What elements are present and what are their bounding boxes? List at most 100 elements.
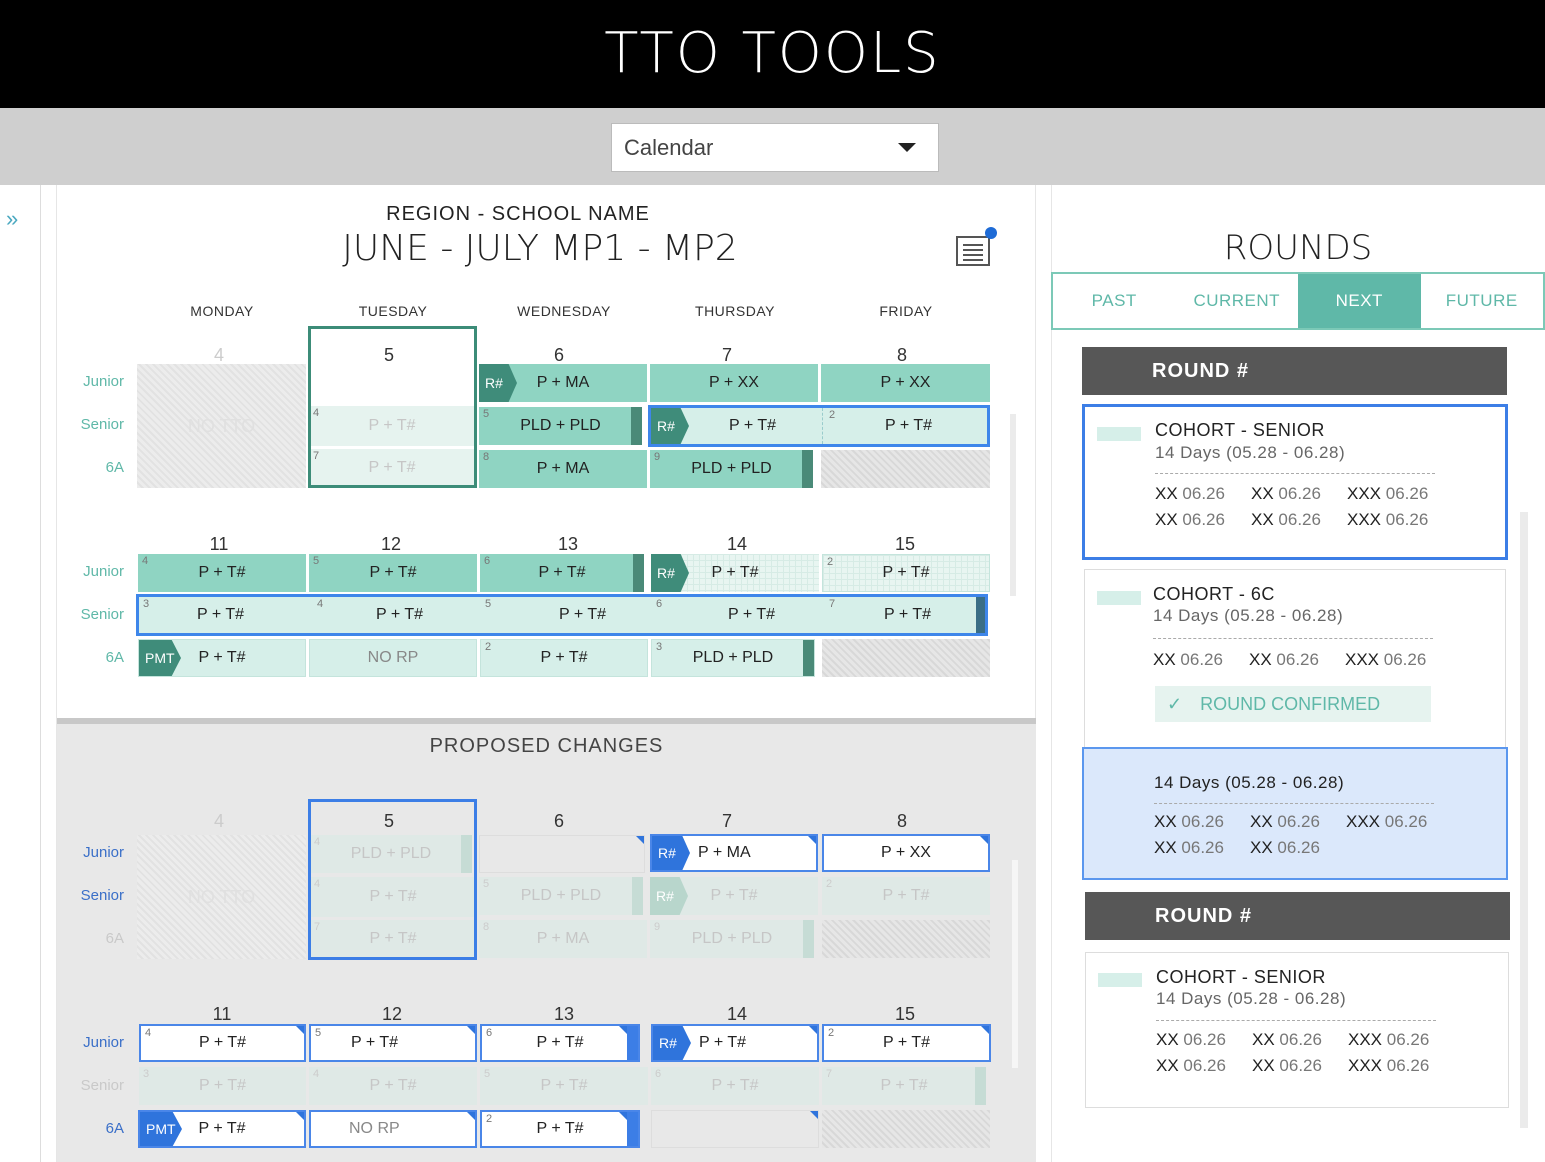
schedule-cell-changed[interactable]: 2 P + T# [480, 1110, 640, 1148]
day-header-tuesday: TUESDAY [358, 303, 428, 319]
day-number: 8 [896, 811, 907, 831]
schedule-cell[interactable]: R# P + T# [650, 877, 818, 915]
schedule-row-selected[interactable]: 3 P + T# 4 P + T# 5 P + T# 6 P + T# 7 P … [136, 594, 988, 636]
row-label-junior: Junior [83, 844, 124, 861]
schedule-cell-changed[interactable]: 6 P + T# [480, 1024, 640, 1062]
schedule-cell-changed[interactable]: PMT P + T# [138, 1110, 306, 1148]
calendar-scrollbar[interactable] [1010, 414, 1016, 596]
notes-icon[interactable] [956, 227, 997, 266]
slot-number: 3 [143, 1068, 150, 1080]
slot-number: 5 [313, 555, 320, 567]
row-label-6a: 6A [105, 930, 124, 947]
view-select[interactable]: Calendar [611, 123, 939, 172]
schedule-cell[interactable]: 8 P + MA [479, 450, 647, 488]
schedule-cell[interactable]: 2 P + T# [480, 639, 648, 677]
schedule-cell[interactable]: R# P + MA [479, 364, 647, 402]
day-number: 13 [557, 534, 579, 554]
cell-label: P + T# [199, 1077, 246, 1094]
schedule-cell[interactable]: 7 P + T# [822, 1067, 986, 1105]
schedule-cell[interactable]: 4 P + T# [138, 554, 306, 592]
rounds-title: ROUNDS [1223, 228, 1373, 268]
row-label-6a: 6A [105, 1120, 124, 1137]
schedule-cell[interactable]: 2 P + T# [822, 554, 990, 592]
cohort-dates: 14 Days (05.28 - 06.28) [1155, 443, 1346, 462]
day-number: 11 [212, 1004, 232, 1024]
tab-current[interactable]: CURRENT [1176, 274, 1299, 328]
schedule-cell[interactable]: 5 P + T# [480, 1067, 648, 1105]
slot-number: 6 [656, 598, 663, 610]
region-school-name: REGION - SCHOOL NAME [386, 203, 650, 225]
schedule-cell[interactable]: PMT P + T# [138, 639, 306, 677]
cell-label: PLD + PLD [520, 417, 601, 434]
day-number: 4 [213, 345, 224, 365]
changed-marker-icon [636, 836, 644, 844]
session-grid: XX 06.26 XX 06.26 XXX 06.26 XX 06.26 XX … [1155, 484, 1429, 529]
pmt-tag: PMT [140, 1112, 182, 1146]
schedule-cell[interactable]: 2 P + T# [822, 877, 990, 915]
schedule-cell-changed[interactable]: 2 P + T# [822, 1024, 991, 1062]
round-dates: 14 Days (05.28 - 06.28) [1154, 773, 1345, 792]
schedule-cell[interactable]: 9 PLD + PLD [650, 450, 813, 488]
slot-number: 4 [313, 1068, 320, 1080]
schedule-cell[interactable]: 6 P + T# [651, 1067, 819, 1105]
rounds-scrollbar[interactable] [1520, 512, 1528, 1128]
slot-number: 5 [483, 408, 490, 420]
schedule-cell[interactable]: 5 P + T# [309, 554, 477, 592]
slot-number: 7 [829, 598, 836, 610]
slot-number: 5 [483, 878, 490, 890]
cell-label: P + T# [198, 1120, 246, 1137]
tab-future[interactable]: FUTURE [1421, 274, 1544, 328]
schedule-cell[interactable]: 5 PLD + PLD [479, 877, 643, 915]
schedule-cell-changed[interactable]: P + XX [822, 834, 990, 872]
row-label-junior: Junior [83, 373, 124, 390]
slot-number: 3 [656, 641, 663, 653]
cell-label: P + T# [536, 1034, 584, 1051]
cell-label: P + T# [376, 606, 423, 623]
cell-label: P + T# [369, 564, 417, 581]
cell-label: PLD + PLD [520, 887, 602, 904]
schedule-cell[interactable]: P + XX [650, 364, 818, 402]
cohort-card[interactable]: COHORT - SENIOR 14 Days (05.28 - 06.28) … [1085, 952, 1509, 1108]
cohort-card-selected[interactable]: COHORT - SENIOR 14 Days (05.28 - 06.28) … [1082, 404, 1508, 560]
schedule-cell-changed[interactable]: 4 P + T# [139, 1024, 306, 1062]
status-bar [803, 640, 814, 676]
slot-number: 2 [826, 878, 833, 890]
schedule-cell[interactable]: NO RP [309, 639, 477, 677]
cell-label: NO RP [367, 649, 419, 666]
proposed-scrollbar[interactable] [1012, 860, 1018, 1068]
schedule-cell-changed[interactable]: R# P + T# [651, 1024, 819, 1062]
schedule-cell[interactable]: 6 P + T# [480, 554, 644, 592]
schedule-cell-empty[interactable] [479, 835, 645, 873]
cohort-card[interactable]: COHORT - 6C 14 Days (05.28 - 06.28) XX 0… [1084, 569, 1506, 749]
schedule-cell-changed[interactable]: 5 P + T# [309, 1024, 477, 1062]
schedule-cell-changed[interactable]: NO RP [309, 1110, 477, 1148]
cell-label: P + T# [882, 564, 930, 581]
schedule-cell-selected[interactable]: R# P + T# 2 P + T# [648, 405, 990, 447]
cell-label: P + XX [880, 374, 931, 391]
slot-number: 6 [486, 1027, 493, 1039]
round-tag: R# [652, 836, 690, 870]
cell-label: P + T# [883, 1034, 930, 1051]
schedule-cell[interactable]: 4 P + T# [309, 1067, 477, 1105]
row-label-6a: 6A [105, 649, 124, 666]
tab-next[interactable]: NEXT [1298, 274, 1421, 328]
slot-number: 7 [826, 1068, 833, 1080]
round-card-highlighted[interactable]: 14 Days (05.28 - 06.28) XX 06.26 XX 06.2… [1082, 747, 1508, 880]
schedule-cell[interactable]: R# P + T# [651, 554, 819, 592]
schedule-cell-empty[interactable] [651, 1110, 819, 1148]
cell-label: P + T# [711, 564, 759, 581]
status-bar [627, 1112, 638, 1146]
schedule-cell[interactable]: 5 PLD + PLD [479, 407, 642, 445]
changed-marker-icon [809, 1026, 817, 1034]
schedule-cell[interactable]: 3 PLD + PLD [651, 639, 815, 677]
day-number: 15 [894, 534, 916, 554]
cell-label: P + T# [540, 1077, 588, 1094]
row-label-senior: Senior [80, 606, 124, 623]
schedule-cell[interactable]: 9 PLD + PLD [650, 920, 814, 958]
schedule-cell-changed[interactable]: R# P + MA [650, 834, 818, 872]
schedule-cell[interactable]: P + XX [821, 364, 990, 402]
day-header-monday: MONDAY [190, 303, 254, 319]
schedule-cell[interactable]: 8 P + MA [479, 920, 647, 958]
schedule-cell[interactable]: 3 P + T# [139, 1067, 306, 1105]
tab-past[interactable]: PAST [1053, 274, 1176, 328]
